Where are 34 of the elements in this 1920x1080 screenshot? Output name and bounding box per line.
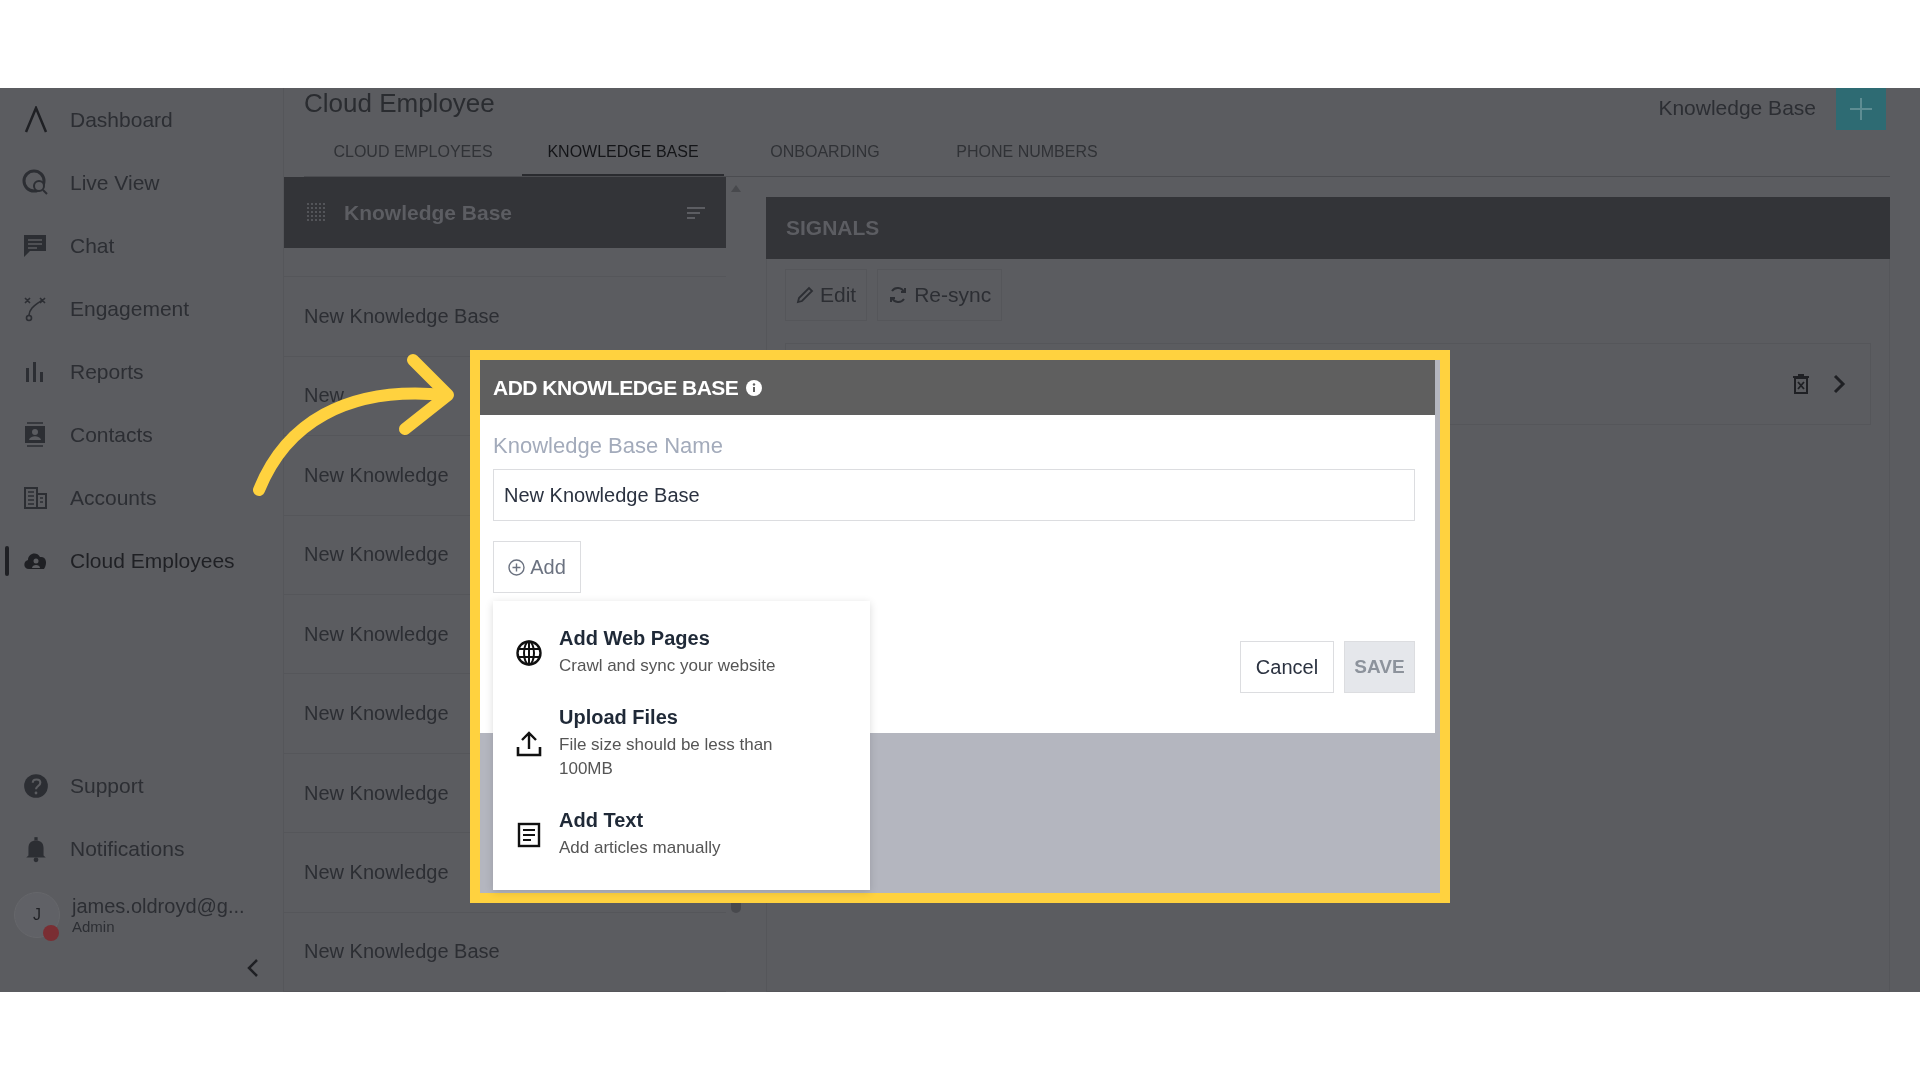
sidebar-item[interactable]: Cloud Employees <box>0 529 283 592</box>
menu-item-title: Upload Files <box>559 706 679 729</box>
dialog-title: ADD KNOWLEDGE BASE <box>493 375 739 400</box>
trash-icon[interactable] <box>1792 373 1810 395</box>
menu-item-description: Crawl and sync your website <box>559 655 776 677</box>
cancel-button[interactable]: Cancel <box>1240 641 1334 693</box>
logo-icon <box>22 105 50 134</box>
chevron-left-icon[interactable] <box>245 958 261 978</box>
plus-icon <box>1848 96 1874 122</box>
menu-item[interactable]: Upload Files File size should be less than 100MB <box>493 703 870 784</box>
menu-item-description: Add articles manually <box>559 837 721 859</box>
menu-item[interactable]: Add Web Pages Crawl and sync your website <box>493 612 870 693</box>
menu-item-description: File size should be less than 100MB <box>559 734 774 780</box>
plus-circle-icon <box>508 558 526 576</box>
help-icon <box>22 771 50 800</box>
menu-item-title: Add Text <box>559 809 645 832</box>
field-label: Knowledge Base Name <box>493 433 724 459</box>
document-icon <box>515 820 543 849</box>
name-field[interactable]: New Knowledge Base <box>493 469 1415 521</box>
add-button[interactable] <box>1836 88 1886 130</box>
upload-icon <box>515 729 543 758</box>
sync-icon <box>888 285 909 305</box>
add-button[interactable]: Add <box>493 541 581 593</box>
avatar[interactable]: J <box>14 892 60 938</box>
dots-grid-icon <box>306 201 328 224</box>
status-dot <box>43 925 59 941</box>
menu-item-title: Add Web Pages <box>559 627 711 650</box>
sort-icon[interactable] <box>686 204 706 221</box>
menu-item[interactable]: Add Text Add articles manually <box>493 794 870 875</box>
globe-search-icon <box>22 168 50 197</box>
pencil-icon <box>796 286 814 304</box>
info-icon[interactable] <box>746 379 763 396</box>
globe-icon <box>515 638 543 667</box>
chevron-right-icon[interactable] <box>1832 373 1846 395</box>
